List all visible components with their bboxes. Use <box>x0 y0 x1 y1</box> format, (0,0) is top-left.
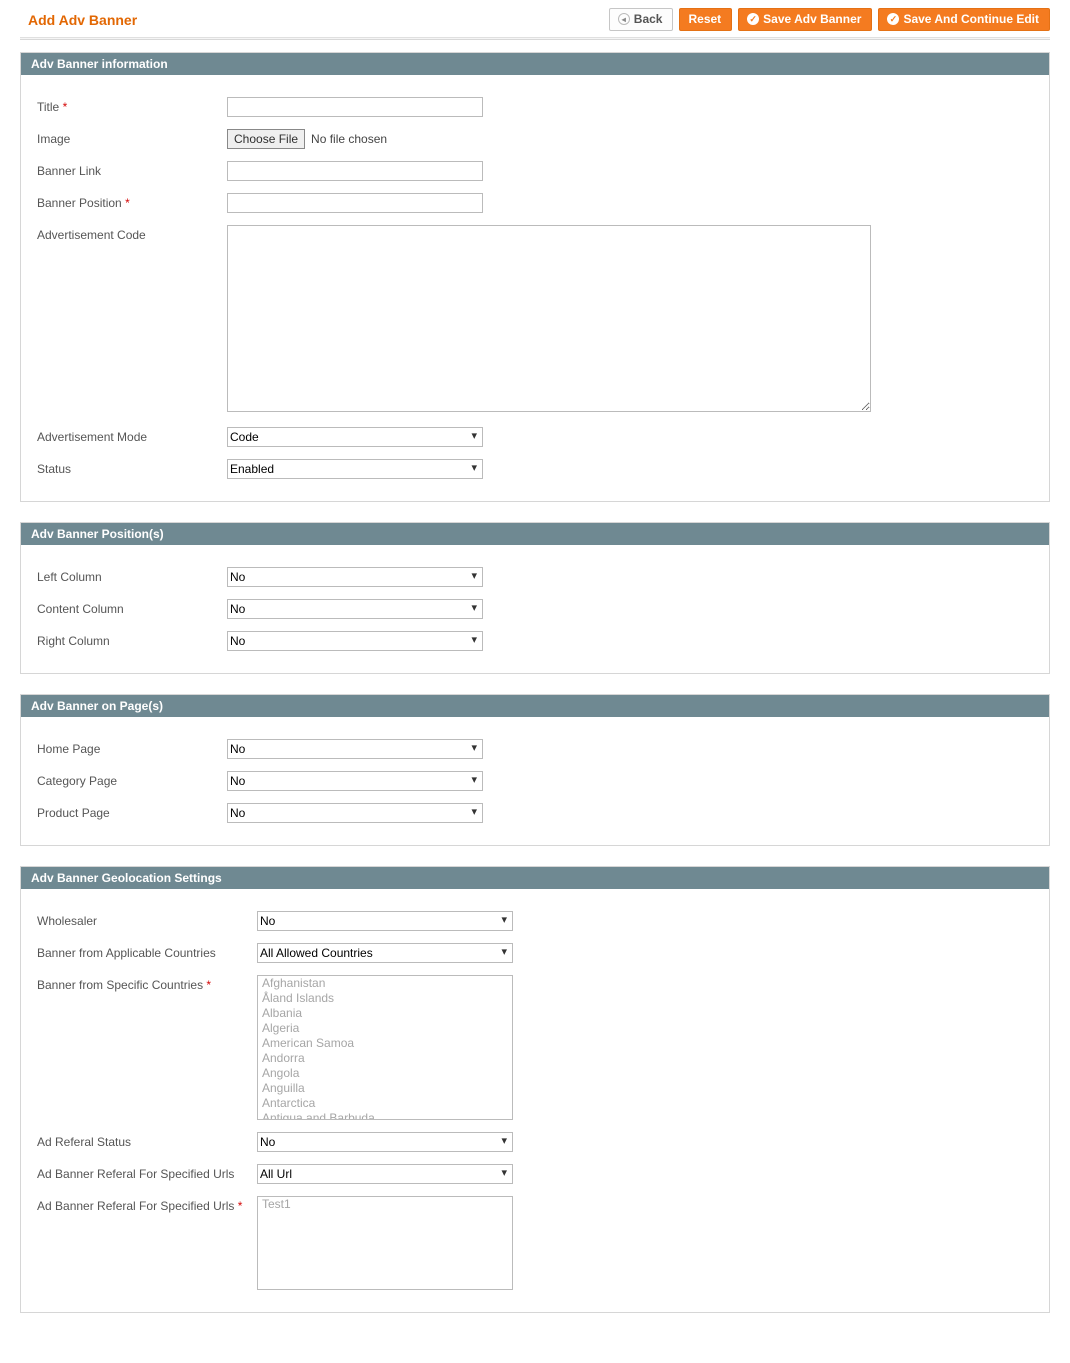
referal-urls-label: Ad Banner Referal For Specified Urls <box>37 1164 257 1181</box>
back-button[interactable]: ◂ Back <box>609 8 674 31</box>
section-pages-heading: Adv Banner on Page(s) <box>21 695 1049 717</box>
country-option[interactable]: Andorra <box>258 1051 512 1066</box>
save-button-label: Save Adv Banner <box>763 12 861 26</box>
file-chosen-status: No file chosen <box>311 132 387 146</box>
applicable-countries-select[interactable]: All Allowed Countries <box>257 943 513 963</box>
country-option[interactable]: Algeria <box>258 1021 512 1036</box>
save-continue-button-label: Save And Continue Edit <box>903 12 1039 26</box>
action-buttons: ◂ Back Reset ✓ Save Adv Banner ✓ Save An… <box>609 8 1050 31</box>
home-page-select[interactable]: No <box>227 739 483 759</box>
page-title: Add Adv Banner <box>28 12 137 28</box>
section-info-heading: Adv Banner information <box>21 53 1049 75</box>
specific-countries-multiselect[interactable]: AfghanistanÅland IslandsAlbaniaAlgeriaAm… <box>257 975 513 1120</box>
section-info: Adv Banner information Title * Image Cho… <box>20 52 1050 502</box>
section-geo-heading: Adv Banner Geolocation Settings <box>21 867 1049 889</box>
content-column-select[interactable]: No <box>227 599 483 619</box>
right-column-select[interactable]: No <box>227 631 483 651</box>
country-option[interactable]: Antigua and Barbuda <box>258 1111 512 1120</box>
check-icon: ✓ <box>887 13 899 25</box>
category-page-label: Category Page <box>37 771 227 788</box>
image-label: Image <box>37 129 227 146</box>
back-button-label: Back <box>634 12 663 26</box>
specific-countries-label: Banner from Specific Countries * <box>37 975 257 992</box>
country-option[interactable]: Anguilla <box>258 1081 512 1096</box>
wholesaler-label: Wholesaler <box>37 911 257 928</box>
content-column-label: Content Column <box>37 599 227 616</box>
country-option[interactable]: Afghanistan <box>258 976 512 991</box>
reset-button[interactable]: Reset <box>679 8 732 31</box>
referal-status-select[interactable]: No <box>257 1132 513 1152</box>
left-column-select[interactable]: No <box>227 567 483 587</box>
wholesaler-select[interactable]: No <box>257 911 513 931</box>
country-option[interactable]: Åland Islands <box>258 991 512 1006</box>
ad-code-label: Advertisement Code <box>37 225 227 242</box>
product-page-label: Product Page <box>37 803 227 820</box>
section-positions: Adv Banner Position(s) Left Column No Co… <box>20 522 1050 674</box>
title-input[interactable] <box>227 97 483 117</box>
section-positions-heading: Adv Banner Position(s) <box>21 523 1049 545</box>
status-label: Status <box>37 459 227 476</box>
ad-mode-label: Advertisement Mode <box>37 427 227 444</box>
choose-file-button[interactable]: Choose File <box>227 129 305 149</box>
country-option[interactable]: American Samoa <box>258 1036 512 1051</box>
back-arrow-icon: ◂ <box>618 13 630 25</box>
product-page-select[interactable]: No <box>227 803 483 823</box>
home-page-label: Home Page <box>37 739 227 756</box>
section-geo: Adv Banner Geolocation Settings Wholesal… <box>20 866 1050 1313</box>
country-option[interactable]: Angola <box>258 1066 512 1081</box>
right-column-label: Right Column <box>37 631 227 648</box>
header-divider <box>20 37 1050 40</box>
left-column-label: Left Column <box>37 567 227 584</box>
country-option[interactable]: Albania <box>258 1006 512 1021</box>
referal-urls-select[interactable]: All Url <box>257 1164 513 1184</box>
page-header: Add Adv Banner ◂ Back Reset ✓ Save Adv B… <box>20 0 1050 35</box>
ad-code-textarea[interactable] <box>227 225 871 412</box>
ad-mode-select[interactable]: Code <box>227 427 483 447</box>
referal-urls-multiselect[interactable]: Test1 <box>257 1196 513 1290</box>
title-label: Title * <box>37 97 227 114</box>
status-select[interactable]: Enabled <box>227 459 483 479</box>
url-option[interactable]: Test1 <box>258 1197 512 1212</box>
banner-link-input[interactable] <box>227 161 483 181</box>
referal-urls-specific-label: Ad Banner Referal For Specified Urls * <box>37 1196 257 1213</box>
section-pages: Adv Banner on Page(s) Home Page No Categ… <box>20 694 1050 846</box>
referal-status-label: Ad Referal Status <box>37 1132 257 1149</box>
check-icon: ✓ <box>747 13 759 25</box>
save-button[interactable]: ✓ Save Adv Banner <box>738 8 872 31</box>
banner-position-label: Banner Position * <box>37 193 227 210</box>
reset-button-label: Reset <box>688 12 721 26</box>
banner-position-input[interactable] <box>227 193 483 213</box>
banner-link-label: Banner Link <box>37 161 227 178</box>
applicable-countries-label: Banner from Applicable Countries <box>37 943 257 960</box>
save-continue-button[interactable]: ✓ Save And Continue Edit <box>878 8 1050 31</box>
category-page-select[interactable]: No <box>227 771 483 791</box>
country-option[interactable]: Antarctica <box>258 1096 512 1111</box>
